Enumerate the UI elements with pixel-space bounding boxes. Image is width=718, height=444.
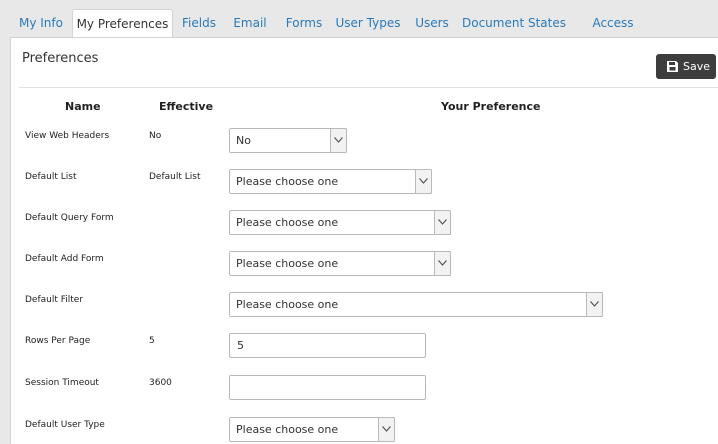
default-list-select[interactable]: Please choose one — [229, 169, 432, 194]
row-label: Rows Per Page — [25, 336, 91, 346]
column-header-name: Name — [65, 100, 101, 113]
tab-my-preferences[interactable]: My Preferences — [72, 9, 173, 39]
tab-bar: My Info My Preferences Fields Email Form… — [0, 0, 718, 58]
select-value: Please choose one — [236, 298, 339, 311]
view-web-headers-select[interactable]: No — [229, 128, 347, 153]
save-button-label: Save — [683, 60, 711, 73]
row-effective-value: 5 — [149, 336, 155, 346]
default-add-form-select[interactable]: Please choose one — [229, 251, 451, 276]
tab-access-levels[interactable]: Access Levels — [572, 9, 654, 58]
select-value: Please choose one — [236, 175, 339, 188]
chevron-down-icon — [434, 210, 451, 235]
chevron-down-icon — [586, 292, 603, 317]
tab-my-info[interactable]: My Info — [12, 9, 70, 37]
tab-email[interactable]: Email — [228, 9, 272, 37]
chevron-down-icon — [434, 251, 451, 276]
chevron-down-icon — [378, 417, 395, 442]
tab-user-types[interactable]: User Types — [334, 9, 402, 37]
row-label: View Web Headers — [25, 131, 110, 141]
tab-forms[interactable]: Forms — [280, 9, 328, 37]
row-label: Default Filter — [25, 295, 84, 305]
row-effective-value: Default List — [149, 172, 201, 182]
rows-per-page-input[interactable]: 5 — [229, 333, 426, 358]
chevron-down-icon — [330, 128, 347, 153]
column-header-preference: Your Preference — [441, 100, 541, 113]
row-label: Default User Type — [25, 420, 105, 430]
select-value: Please choose one — [236, 216, 339, 229]
save-button[interactable]: Save — [656, 54, 716, 79]
row-label: Default Add Form — [25, 254, 104, 264]
row-label: Default Query Form — [25, 213, 114, 223]
row-label: Session Timeout — [25, 378, 99, 388]
default-filter-select[interactable]: Please choose one — [229, 292, 603, 317]
row-effective-value: No — [149, 131, 162, 141]
panel-title: Preferences — [22, 51, 99, 66]
select-value: Please choose one — [236, 423, 339, 436]
tab-fields[interactable]: Fields — [176, 9, 222, 37]
preferences-panel: Preferences Save Name Effective Your Pre… — [10, 37, 718, 444]
default-user-type-select[interactable]: Please choose one — [229, 417, 395, 442]
tab-document-states[interactable]: Document States — [462, 9, 566, 37]
column-header-effective: Effective — [159, 100, 214, 113]
select-value: Please choose one — [236, 257, 339, 270]
floppy-disk-icon — [667, 61, 678, 72]
tab-users[interactable]: Users — [410, 9, 454, 37]
default-query-form-select[interactable]: Please choose one — [229, 210, 451, 235]
row-effective-value: 3600 — [149, 378, 172, 388]
session-timeout-input[interactable] — [229, 375, 426, 400]
divider — [19, 87, 718, 88]
row-label: Default List — [25, 172, 77, 182]
chevron-down-icon — [415, 169, 432, 194]
select-value: No — [236, 134, 251, 147]
